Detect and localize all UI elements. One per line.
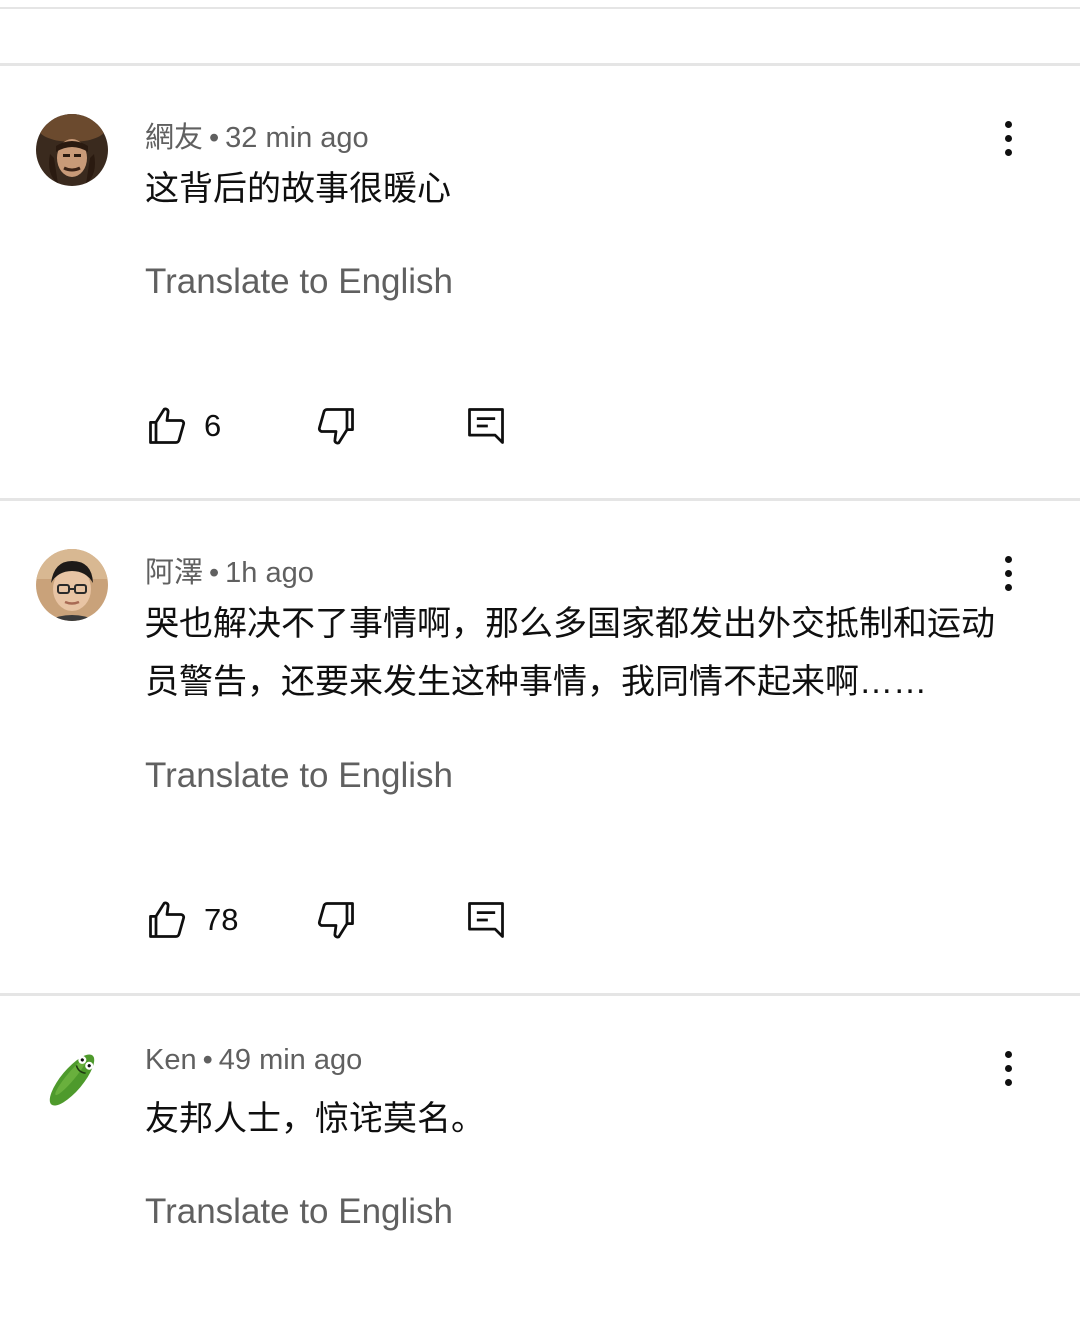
translate-button[interactable]: Translate to English (145, 262, 453, 302)
like-count: 6 (204, 408, 222, 443)
meta-separator: • (202, 1044, 213, 1076)
comment-meta: 阿澤 • 1h ago (145, 549, 314, 591)
comment-item: Ken • 49 min ago 友邦人士，惊诧莫名。 Translate to E… (0, 996, 1080, 1327)
like-button[interactable] (145, 404, 189, 448)
like-count: 78 (204, 902, 239, 937)
avatar-man-glasses-icon (36, 549, 108, 621)
more-options-icon[interactable] (988, 551, 1028, 595)
translate-button[interactable]: Translate to English (145, 756, 453, 796)
dislike-button[interactable] (314, 404, 358, 448)
comment-meta: 網友 • 32 min ago (145, 114, 369, 156)
comment-item: 阿澤 • 1h ago 哭也解决不了事情啊，那么多国家都发出外交抵制和运动员警告，还… (0, 501, 1080, 993)
thumb-up-icon (149, 407, 186, 444)
meta-separator: • (209, 122, 220, 154)
comment-actions: 78 (0, 898, 1080, 948)
reply-comment-icon (468, 902, 504, 938)
avatar[interactable] (36, 1044, 108, 1116)
comment-text: 哭也解决不了事情啊，那么多国家都发出外交抵制和运动员警告，还要来发生这种事情，我… (145, 605, 995, 701)
meta-separator: • (209, 557, 220, 589)
avatar[interactable] (36, 549, 108, 621)
thumb-down-icon (317, 902, 354, 939)
comment-time: 1h ago (225, 557, 314, 589)
like-button[interactable] (145, 898, 189, 942)
reply-button[interactable] (464, 898, 508, 942)
dislike-button[interactable] (314, 898, 358, 942)
top-divider-thin (0, 7, 1080, 9)
reply-comment-icon (468, 408, 504, 444)
comment-text: 这背后的故事很暖心 (145, 170, 451, 208)
translate-button[interactable]: Translate to English (145, 1192, 453, 1232)
comment-author[interactable]: 阿澤 (145, 557, 203, 589)
reply-button[interactable] (464, 404, 508, 448)
comment-item: 網友 • 32 min ago 这背后的故事很暖心 Translate to Eng… (0, 66, 1080, 498)
comment-author[interactable]: 網友 (145, 122, 203, 154)
comment-actions: 6 (0, 404, 1080, 454)
comment-text: 友邦人士，惊诧莫名。 (145, 1100, 485, 1138)
thumb-up-icon (149, 901, 186, 938)
thumb-down-icon (317, 408, 354, 445)
more-options-icon[interactable] (988, 1046, 1028, 1090)
comment-time: 49 min ago (218, 1044, 363, 1076)
comment-time: 32 min ago (225, 122, 369, 154)
avatar-pickle-icon (36, 1044, 108, 1116)
avatar-man-hat-icon (36, 114, 108, 186)
comment-author[interactable]: Ken (145, 1044, 197, 1076)
more-options-icon[interactable] (988, 116, 1028, 160)
comment-meta: Ken • 49 min ago (145, 1044, 362, 1077)
avatar[interactable] (36, 114, 108, 186)
